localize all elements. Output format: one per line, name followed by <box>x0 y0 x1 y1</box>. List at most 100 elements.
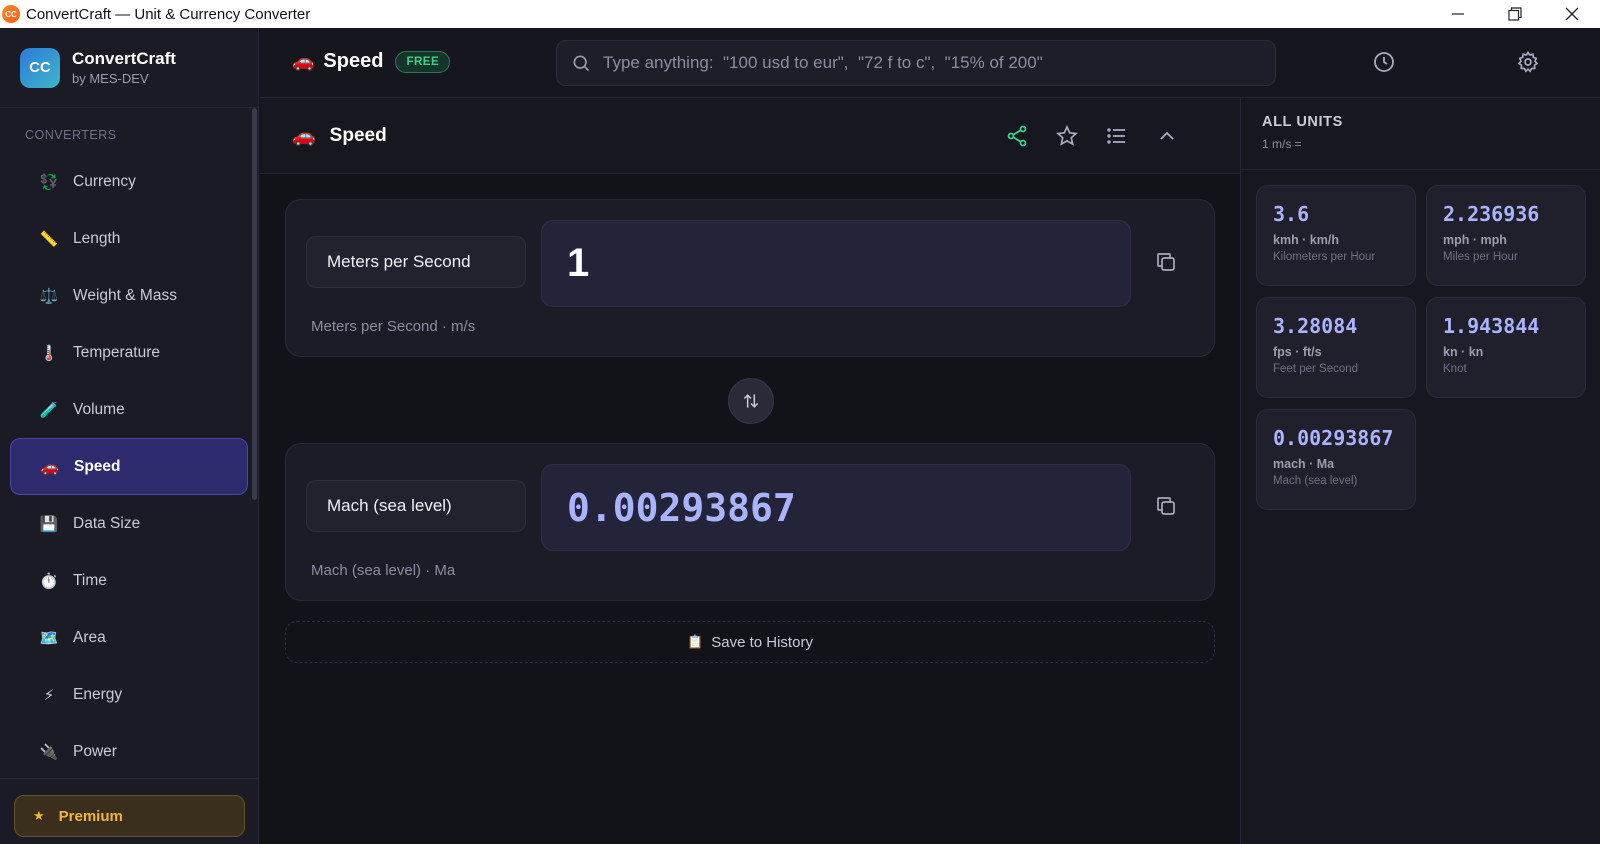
share-button[interactable] <box>1005 124 1029 148</box>
search-bar[interactable] <box>556 40 1276 86</box>
brand-name: ConvertCraft <box>72 49 176 68</box>
app-icon: CC <box>2 5 20 23</box>
sidebar-item-label: Power <box>73 742 117 760</box>
to-unit-description: Mach (sea level) · Ma <box>311 562 456 579</box>
search-icon <box>573 55 590 72</box>
scale-icon: ⚖️ <box>39 287 59 305</box>
stopwatch-icon: ⏱️ <box>39 572 59 590</box>
sidebar-item-power[interactable]: 🔌 Power <box>10 723 248 780</box>
share-icon <box>1007 125 1027 147</box>
restore-button[interactable] <box>1486 0 1543 28</box>
unit-name: Mach (sea level) <box>1273 475 1358 487</box>
unit-card-mach[interactable]: 0.00293867 mach · Ma Mach (sea level) <box>1256 409 1416 510</box>
test-tube-icon: 🧪 <box>39 401 59 419</box>
all-units-title: ALL UNITS <box>1262 114 1343 130</box>
all-units-header: ALL UNITS 1 m/s = <box>1241 98 1600 170</box>
list-icon <box>1107 128 1125 144</box>
sidebar-item-energy[interactable]: ⚡ Energy <box>10 666 248 723</box>
unit-code: kn · kn <box>1443 345 1484 359</box>
sidebar-item-label: Currency <box>73 172 136 190</box>
close-icon <box>1565 7 1578 21</box>
premium-button[interactable]: ★ Premium <box>14 795 245 837</box>
divider <box>0 778 259 779</box>
history-icon <box>1374 52 1394 72</box>
star-icon: ★ <box>33 808 45 823</box>
sidebar-item-label: Data Size <box>73 514 141 532</box>
brand-subtitle: by MES-DEV <box>72 71 149 86</box>
sidebar-item-label: Energy <box>73 685 123 703</box>
sidebar-item-label: Speed <box>74 457 121 475</box>
converter-nav: 💱 Currency 📏 Length ⚖️ Weight & Mass 🌡️ Temp… <box>0 153 258 780</box>
sidebar-item-temperature[interactable]: 🌡️ Temperature <box>10 324 248 381</box>
from-unit-select[interactable]: Meters per Second <box>306 236 526 288</box>
from-unit-description: Meters per Second · m/s <box>311 318 476 335</box>
sidebar-item-label: Volume <box>73 400 125 418</box>
unit-card-fps[interactable]: 3.28084 fps · ft/s Feet per Second <box>1256 297 1416 398</box>
sidebar-item-label: Time <box>73 571 107 589</box>
sidebar-item-time[interactable]: ⏱️ Time <box>10 552 248 609</box>
sidebar-item-data-size[interactable]: 💾 Data Size <box>10 495 248 552</box>
premium-label: Premium <box>58 807 123 825</box>
settings-button[interactable] <box>1516 50 1540 74</box>
settings-icon <box>1517 51 1539 73</box>
from-value-input[interactable] <box>567 241 1130 286</box>
top-header: 🚗 Speed FREE <box>260 28 1600 98</box>
unit-card-kn[interactable]: 1.943844 kn · kn Knot <box>1426 297 1586 398</box>
restore-icon <box>1507 7 1522 21</box>
converter-title: 🚗 Speed <box>292 124 387 148</box>
converter-title-text: Speed <box>329 125 387 146</box>
unit-value: 3.28084 <box>1273 314 1358 338</box>
sidebar-item-volume[interactable]: 🧪 Volume <box>10 381 248 438</box>
unit-value: 2.236936 <box>1443 202 1540 226</box>
sidebar-item-area[interactable]: 🗺️ Area <box>10 609 248 666</box>
sidebar-item-label: Length <box>73 229 121 247</box>
unit-value: 0.00293867 <box>1273 426 1394 450</box>
to-unit-select[interactable]: Mach (sea level) <box>306 480 526 532</box>
save-to-history-button[interactable]: 📋 Save to History <box>285 621 1215 663</box>
list-button[interactable] <box>1105 124 1129 148</box>
sidebar-scrollbar[interactable] <box>252 108 257 500</box>
converter-panel: 🚗 Speed Meters per Second Meters per Sec… <box>260 98 1240 844</box>
sidebar-item-weight-mass[interactable]: ⚖️ Weight & Mass <box>10 267 248 324</box>
all-units-panel: ALL UNITS 1 m/s = 3.6 kmh · km/h Kilomet… <box>1240 98 1600 844</box>
swap-arrows-icon <box>743 394 759 408</box>
sidebar-item-label: Temperature <box>73 343 161 361</box>
header-title: 🚗 Speed FREE <box>292 50 451 73</box>
free-badge: FREE <box>395 50 451 73</box>
unit-code: mach · Ma <box>1273 457 1335 471</box>
copy-icon <box>1157 497 1175 515</box>
map-icon: 🗺️ <box>39 629 59 647</box>
copy-to-button[interactable] <box>1154 494 1178 518</box>
to-value-output: 0.00293867 <box>567 485 796 530</box>
plug-icon: 🔌 <box>39 743 59 761</box>
sidebar-item-length[interactable]: 📏 Length <box>10 210 248 267</box>
copy-from-button[interactable] <box>1154 250 1178 274</box>
sidebar: CC ConvertCraft by MES-DEV CONVERTERS 💱 C… <box>0 28 259 844</box>
window-titlebar: CC ConvertCraft — Unit & Currency Conver… <box>0 0 1600 28</box>
collapse-button[interactable] <box>1155 124 1179 148</box>
floppy-disk-icon: 💾 <box>39 515 59 533</box>
from-value-box[interactable] <box>541 220 1131 307</box>
header-title-text: Speed <box>323 50 384 72</box>
brand-logo: CC <box>20 47 60 88</box>
to-unit-card: Mach (sea level) 0.00293867 Mach (sea le… <box>285 443 1215 601</box>
unit-value: 1.943844 <box>1443 314 1540 338</box>
sidebar-item-label: Weight & Mass <box>73 286 177 304</box>
history-button[interactable] <box>1372 50 1396 74</box>
sidebar-item-speed[interactable]: 🚗 Speed <box>10 438 248 495</box>
save-to-history-label: Save to History <box>711 633 813 651</box>
currency-exchange-icon: 💱 <box>39 173 59 191</box>
converter-header: 🚗 Speed <box>260 98 1240 174</box>
unit-code: kmh · km/h <box>1273 233 1339 247</box>
swap-button[interactable] <box>728 378 774 424</box>
search-input[interactable] <box>603 53 1275 73</box>
sidebar-item-label: Area <box>73 628 106 646</box>
unit-card-mph[interactable]: 2.236936 mph · mph Miles per Hour <box>1426 185 1586 286</box>
minimize-icon <box>1451 13 1464 15</box>
minimize-button[interactable] <box>1429 0 1486 28</box>
sidebar-item-currency[interactable]: 💱 Currency <box>10 153 248 210</box>
close-button[interactable] <box>1543 0 1600 28</box>
unit-card-kmh[interactable]: 3.6 kmh · km/h Kilometers per Hour <box>1256 185 1416 286</box>
clipboard-icon: 📋 <box>687 634 704 649</box>
favorite-button[interactable] <box>1055 124 1079 148</box>
